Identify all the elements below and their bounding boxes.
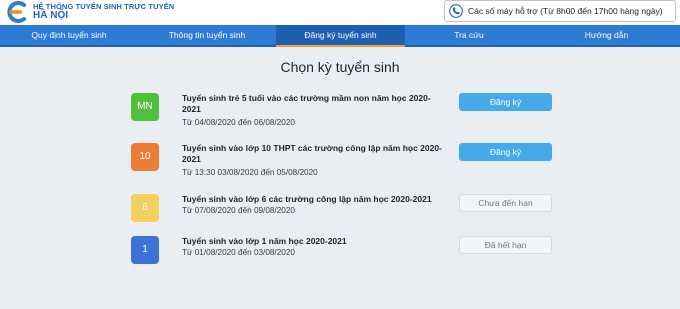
nav-huong-dan[interactable]: Hướng dẫn bbox=[533, 25, 680, 45]
main-nav: Quy định tuyển sinh Thông tin tuyển sinh… bbox=[0, 25, 680, 47]
enrollment-date: Từ 13:30 03/08/2020 đến 05/08/2020 bbox=[182, 168, 318, 177]
nav-dang-ky-tuyen-sinh[interactable]: Đăng ký tuyển sinh bbox=[276, 25, 405, 47]
expired-button[interactable]: Đã hết hạn bbox=[459, 236, 552, 254]
enrollment-item: 10 Tuyển sinh vào lớp 10 THPT các trường… bbox=[0, 143, 680, 183]
support-hotline[interactable]: Các số máy hỗ trợ (Từ 8h00 đến 17h00 hàn… bbox=[444, 0, 676, 22]
enrollment-title: Tuyển sinh trẻ 5 tuổi vào các trường mầm… bbox=[182, 93, 431, 114]
register-button[interactable]: Đăng ký bbox=[459, 93, 552, 111]
enrollment-badge: MN bbox=[131, 93, 159, 121]
enrollment-badge: 1 bbox=[131, 236, 159, 264]
nav-thong-tin-tuyen-sinh[interactable]: Thông tin tuyển sinh bbox=[138, 25, 276, 45]
support-text: Các số máy hỗ trợ (Từ 8h00 đến 17h00 hàn… bbox=[468, 6, 663, 16]
not-yet-open-button[interactable]: Chưa đến hạn bbox=[459, 194, 552, 212]
brand-city: HÀ NỘI bbox=[33, 10, 68, 21]
enrollment-title: Tuyển sinh vào lớp 10 THPT các trường cô… bbox=[182, 143, 442, 164]
enrollment-item: 6 Tuyển sinh vào lớp 6 các trường công l… bbox=[0, 194, 680, 234]
phone-icon bbox=[449, 4, 463, 18]
enrollment-title: Tuyển sinh vào lớp 1 năm học 2020-2021 bbox=[182, 236, 347, 246]
main-content: Chọn kỳ tuyển sinh MN Tuyển sinh trẻ 5 t… bbox=[0, 47, 680, 309]
logo-icon bbox=[7, 1, 26, 23]
enrollment-badge: 6 bbox=[131, 194, 159, 222]
page-title: Chọn kỳ tuyển sinh bbox=[280, 59, 400, 75]
nav-tra-cuu[interactable]: Tra cứu bbox=[405, 25, 533, 45]
enrollment-date: Từ 04/08/2020 đến 06/08/2020 bbox=[182, 118, 295, 127]
enrollment-date: Từ 07/08/2020 đến 09/08/2020 bbox=[182, 206, 295, 215]
register-button[interactable]: Đăng ký bbox=[459, 143, 552, 161]
enrollment-item: MN Tuyển sinh trẻ 5 tuổi vào các trường … bbox=[0, 93, 680, 133]
nav-quy-dinh-tuyen-sinh[interactable]: Quy định tuyển sinh bbox=[0, 25, 138, 45]
enrollment-date: Từ 01/08/2020 đến 03/08/2020 bbox=[182, 248, 295, 257]
enrollment-badge: 10 bbox=[131, 143, 159, 171]
header: HỆ THỐNG TUYỂN SINH TRỰC TUYẾN HÀ NỘI Cá… bbox=[0, 0, 680, 25]
enrollment-title: Tuyển sinh vào lớp 6 các trường công lập… bbox=[182, 194, 432, 204]
enrollment-item: 1 Tuyển sinh vào lớp 1 năm học 2020-2021… bbox=[0, 236, 680, 276]
